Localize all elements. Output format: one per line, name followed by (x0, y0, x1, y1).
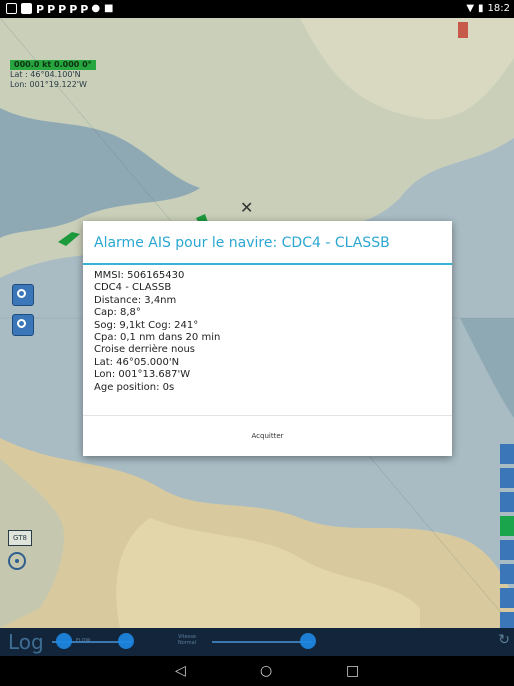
playback-slider-thumb[interactable] (300, 633, 316, 649)
notification-icon (21, 3, 32, 14)
log-bar: Log FLOW Vitesse Normal ↻ (0, 628, 514, 656)
android-nav-bar: ◁ ○ □ (0, 656, 514, 686)
heading-line: Cap: 8,8° (94, 307, 141, 319)
tool-button[interactable] (500, 492, 514, 512)
p-icon: P (36, 3, 44, 16)
tool-button[interactable] (500, 612, 514, 628)
distance-line: Distance: 3,4nm (94, 294, 177, 306)
refresh-icon[interactable]: ↻ (498, 632, 510, 648)
log-label: Log (8, 630, 44, 654)
recents-icon[interactable]: □ (346, 663, 359, 679)
dialog-divider (83, 263, 452, 265)
tool-button[interactable] (500, 468, 514, 488)
tool-button[interactable] (500, 588, 514, 608)
battery-icon: ▮ (478, 3, 484, 14)
mmsi-line: MMSI: 506165430 (94, 270, 185, 281)
tool-button[interactable] (500, 540, 514, 560)
app-icon (6, 3, 17, 14)
svg-text:✕: ✕ (240, 198, 253, 217)
playback-slider-track[interactable] (212, 641, 312, 643)
status-time: 18:2 (487, 3, 510, 14)
playback-label: Vitesse Normal (177, 634, 197, 646)
zoom-out-button[interactable] (12, 314, 34, 336)
zoom-in-button[interactable] (12, 284, 34, 306)
p-icon: P (80, 3, 88, 16)
crossing-line: Croise derrière nous (94, 344, 196, 356)
cpa-line: Cpa: 0,1 nm dans 20 min (94, 332, 221, 344)
latitude-line: Lat: 46°05.000'N (94, 356, 180, 368)
chart-badge: GT8 (8, 530, 32, 546)
tool-button[interactable] (500, 516, 514, 536)
ais-alarm-dialog: Alarme AIS pour le navire: CDC4 - CLASSB… (83, 221, 452, 456)
cast-icon: ● (91, 3, 101, 14)
vessel-name-line: CDC4 - CLASSB (94, 282, 172, 294)
right-toolbar (500, 444, 514, 628)
acknowledge-button[interactable]: Acquitter (83, 416, 452, 456)
speed-heading-readout: 000.0 kt 0.000 0° (10, 60, 96, 70)
age-position-line: Age position: 0s (94, 381, 175, 393)
dialog-body: MMSI: 506165430 CDC4 - CLASSB Distance: … (94, 270, 220, 394)
home-icon[interactable]: ○ (260, 663, 272, 679)
speed-label: FLOW (76, 638, 91, 644)
bottom-left-tools: GT8 (8, 530, 32, 570)
sog-cog-line: Sog: 9,1kt Cog: 241° (94, 319, 199, 331)
stop-icon: ■ (104, 3, 114, 14)
longitude-readout: Lon: 001°19.122'W (10, 80, 87, 89)
position-readout: 000.0 kt 0.000 0° Lat : 46°04.100'N Lon:… (10, 60, 96, 90)
status-bar: P P P P P ● ■ ▼ ▮ 18:2 (0, 0, 514, 18)
wifi-icon: ▼ (466, 3, 475, 14)
longitude-line: Lon: 001°13.687'W (94, 369, 191, 381)
tool-button[interactable] (500, 564, 514, 584)
speed-slider-thumb[interactable] (56, 633, 72, 649)
p-icon: P (69, 3, 77, 16)
latitude-readout: Lat : 46°04.100'N (10, 70, 81, 79)
back-icon[interactable]: ◁ (175, 663, 186, 679)
tool-button[interactable] (500, 444, 514, 464)
p-icon: P (58, 3, 66, 16)
center-position-icon[interactable] (8, 552, 26, 570)
p-icon: P (47, 3, 55, 16)
speed-slider-thumb-2[interactable] (118, 633, 134, 649)
flag-marker (458, 22, 468, 38)
dialog-title: Alarme AIS pour le navire: CDC4 - CLASSB (94, 235, 390, 251)
